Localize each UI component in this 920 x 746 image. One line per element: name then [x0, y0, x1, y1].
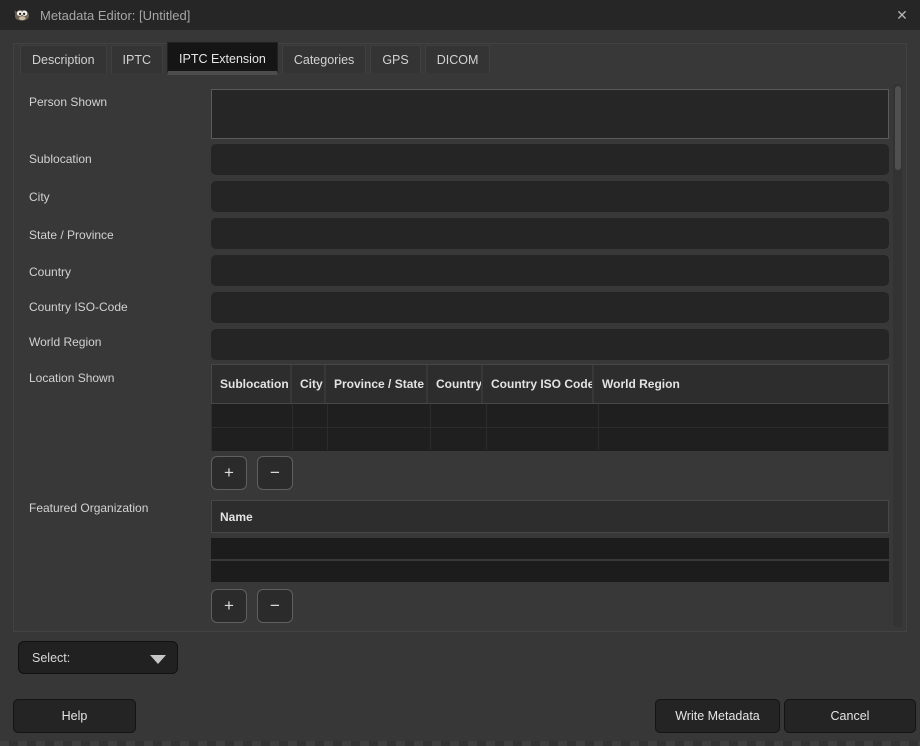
- sublocation-input[interactable]: [211, 144, 889, 175]
- organization-add-row-button[interactable]: +: [211, 589, 247, 623]
- column-header-province-state: Province / State: [326, 365, 428, 403]
- location-add-row-button[interactable]: +: [211, 456, 247, 490]
- tab-bar: DescriptionIPTCIPTC ExtensionCategoriesG…: [20, 42, 490, 80]
- city-input[interactable]: [211, 181, 889, 212]
- table-row[interactable]: [212, 404, 888, 427]
- column-header-country: Country: [428, 365, 483, 403]
- location-shown-table-header: SublocationCityProvince / StateCountryCo…: [211, 364, 889, 404]
- tab-gps[interactable]: GPS: [370, 45, 420, 73]
- world-region-input[interactable]: [211, 329, 889, 360]
- city-label: City: [29, 190, 50, 204]
- table-cell[interactable]: [431, 404, 487, 427]
- country-iso-code-input[interactable]: [211, 292, 889, 323]
- tab-dicom[interactable]: DICOM: [425, 45, 491, 73]
- titlebar: Metadata Editor: [Untitled] ✕: [0, 0, 920, 30]
- close-icon[interactable]: ✕: [893, 7, 911, 23]
- table-row[interactable]: [211, 538, 889, 559]
- column-header-country-iso-code: Country ISO Code: [483, 365, 594, 403]
- column-header-city: City: [292, 365, 326, 403]
- table-cell[interactable]: [212, 404, 293, 427]
- country-iso-code-label: Country ISO-Code: [29, 300, 128, 314]
- table-row[interactable]: [211, 561, 889, 582]
- person-shown-label: Person Shown: [29, 95, 107, 109]
- select-label: Select:: [32, 651, 70, 665]
- table-cell[interactable]: [293, 428, 328, 450]
- select-dropdown[interactable]: Select:: [18, 641, 178, 674]
- location-shown-label: Location Shown: [29, 371, 114, 385]
- table-cell[interactable]: [487, 404, 599, 427]
- state-province-input[interactable]: [211, 218, 889, 249]
- write-metadata-button[interactable]: Write Metadata: [655, 699, 780, 733]
- table-row[interactable]: [212, 427, 888, 450]
- table-cell[interactable]: [599, 404, 888, 427]
- location-remove-row-button[interactable]: −: [257, 456, 293, 490]
- featured-organization-label: Featured Organization: [29, 501, 148, 515]
- tab-description[interactable]: Description: [20, 45, 107, 73]
- gimp-wilber-icon: [13, 7, 31, 23]
- scrollbar-thumb[interactable]: [895, 86, 901, 170]
- table-cell[interactable]: [212, 428, 293, 450]
- column-header-world-region: World Region: [594, 365, 888, 403]
- chevron-down-icon: [150, 655, 166, 664]
- table-cell[interactable]: [328, 428, 431, 450]
- help-button[interactable]: Help: [13, 699, 136, 733]
- table-cell[interactable]: [328, 404, 431, 427]
- name-column-header: Name: [212, 501, 888, 532]
- table-cell[interactable]: [487, 428, 599, 450]
- table-cell[interactable]: [599, 428, 888, 450]
- country-label: Country: [29, 265, 71, 279]
- tab-iptc[interactable]: IPTC: [111, 45, 163, 73]
- sublocation-label: Sublocation: [29, 152, 92, 166]
- tab-categories[interactable]: Categories: [282, 45, 366, 73]
- table-cell[interactable]: [293, 404, 328, 427]
- bottom-resize-strip: [0, 741, 920, 746]
- state-province-label: State / Province: [29, 228, 114, 242]
- location-shown-table-rows[interactable]: [211, 404, 889, 451]
- window-title: Metadata Editor: [Untitled]: [40, 8, 190, 23]
- tab-iptc-extension[interactable]: IPTC Extension: [167, 42, 278, 75]
- metadata-editor-window: Metadata Editor: [Untitled] ✕ Descriptio…: [0, 0, 920, 746]
- person-shown-textarea[interactable]: [211, 89, 889, 139]
- featured-organization-table-header: Name: [211, 500, 889, 533]
- organization-remove-row-button[interactable]: −: [257, 589, 293, 623]
- country-input[interactable]: [211, 255, 889, 286]
- cancel-button[interactable]: Cancel: [784, 699, 916, 733]
- world-region-label: World Region: [29, 335, 101, 349]
- table-cell[interactable]: [431, 428, 487, 450]
- column-header-sublocation: Sublocation: [212, 365, 292, 403]
